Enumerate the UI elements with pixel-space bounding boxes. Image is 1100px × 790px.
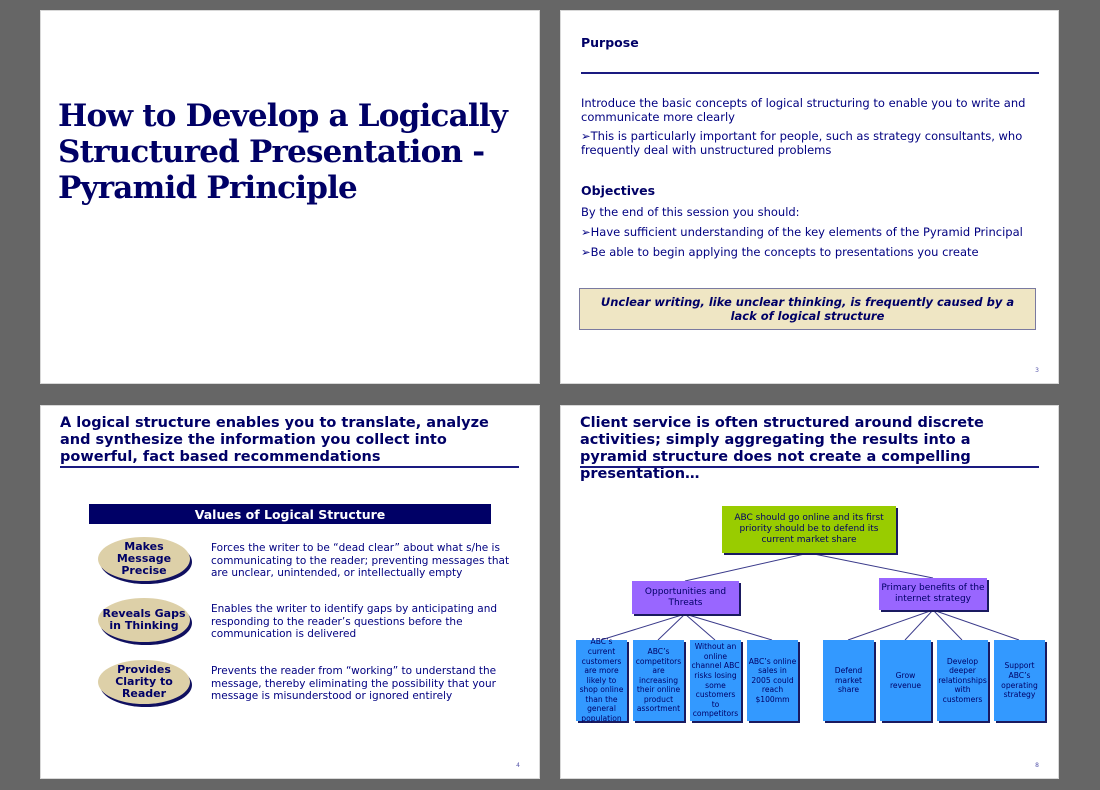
page-number: 3 bbox=[1035, 367, 1039, 374]
connector-line bbox=[600, 613, 686, 641]
supporting-point-box: Defend market share bbox=[823, 640, 874, 721]
slide-pyramid-example: Client service is often structured aroun… bbox=[560, 405, 1059, 779]
key-quote-box: Unclear writing, like unclear thinking, … bbox=[579, 288, 1036, 330]
supporting-point-box: Develop deeper relationships with custom… bbox=[937, 640, 988, 721]
objectives-intro: By the end of this session you should: bbox=[581, 205, 800, 219]
purpose-heading: Purpose bbox=[581, 35, 639, 50]
purpose-text: Introduce the basic concepts of logical … bbox=[581, 96, 1026, 124]
connector-line bbox=[932, 609, 1020, 641]
slide-values-of-logical-structure: A logical structure enables you to trans… bbox=[40, 405, 540, 779]
page-number: 4 bbox=[516, 762, 520, 769]
governing-thought-box: ABC should go online and its first prior… bbox=[722, 506, 896, 553]
supporting-point-box: ABC’s competitors are increasing their o… bbox=[633, 640, 684, 721]
value-description: Enables the writer to identify gaps by a… bbox=[211, 603, 498, 640]
slide-headline: A logical structure enables you to trans… bbox=[60, 415, 489, 465]
value-label-oval: Reveals Gaps in Thinking bbox=[98, 598, 190, 642]
value-description: Prevents the reader from “working” to un… bbox=[211, 665, 497, 702]
value-label-oval: Provides Clarity to Reader bbox=[98, 660, 190, 704]
objective-bullet: ➢Be able to begin applying the concepts … bbox=[581, 245, 979, 259]
connector-line bbox=[684, 552, 810, 582]
connector-line bbox=[847, 609, 934, 641]
supporting-point-box: Support ABC’s operating strategy bbox=[994, 640, 1045, 721]
presentation-title: How to Develop a Logically Structured Pr… bbox=[58, 98, 508, 206]
objectives-heading: Objectives bbox=[581, 183, 656, 198]
page-number: 8 bbox=[1035, 762, 1039, 769]
supporting-point-box: Grow revenue bbox=[880, 640, 931, 721]
supporting-point-box: ABC’s current customers are more likely … bbox=[576, 637, 627, 723]
table-header: Values of Logical Structure bbox=[89, 504, 491, 524]
objective-bullet: ➢Have sufficient understanding of the ke… bbox=[581, 225, 1023, 239]
heading-divider bbox=[60, 466, 519, 468]
group-box-opportunities-threats: Opportunities and Threats bbox=[632, 581, 739, 614]
connector-line bbox=[808, 552, 934, 579]
value-description: Forces the writer to be “dead clear” abo… bbox=[211, 542, 510, 579]
connector-line bbox=[684, 613, 716, 641]
slide-purpose-objectives: Purpose Introduce the basic concepts of … bbox=[560, 10, 1059, 384]
supporting-point-box: Without an online channel ABC risks losi… bbox=[690, 640, 741, 721]
slide-title: How to Develop a Logically Structured Pr… bbox=[40, 10, 540, 384]
heading-divider bbox=[581, 72, 1039, 74]
connector-line bbox=[932, 609, 963, 641]
group-box-primary-benefits: Primary benefits of the internet strateg… bbox=[879, 578, 987, 610]
connector-line bbox=[684, 613, 773, 641]
supporting-point-box: ABC’s online sales in 2005 could reach $… bbox=[747, 640, 798, 721]
purpose-bullet: ➢This is particularly important for peop… bbox=[581, 129, 1023, 157]
value-label-oval: Makes Message Precise bbox=[98, 537, 190, 581]
